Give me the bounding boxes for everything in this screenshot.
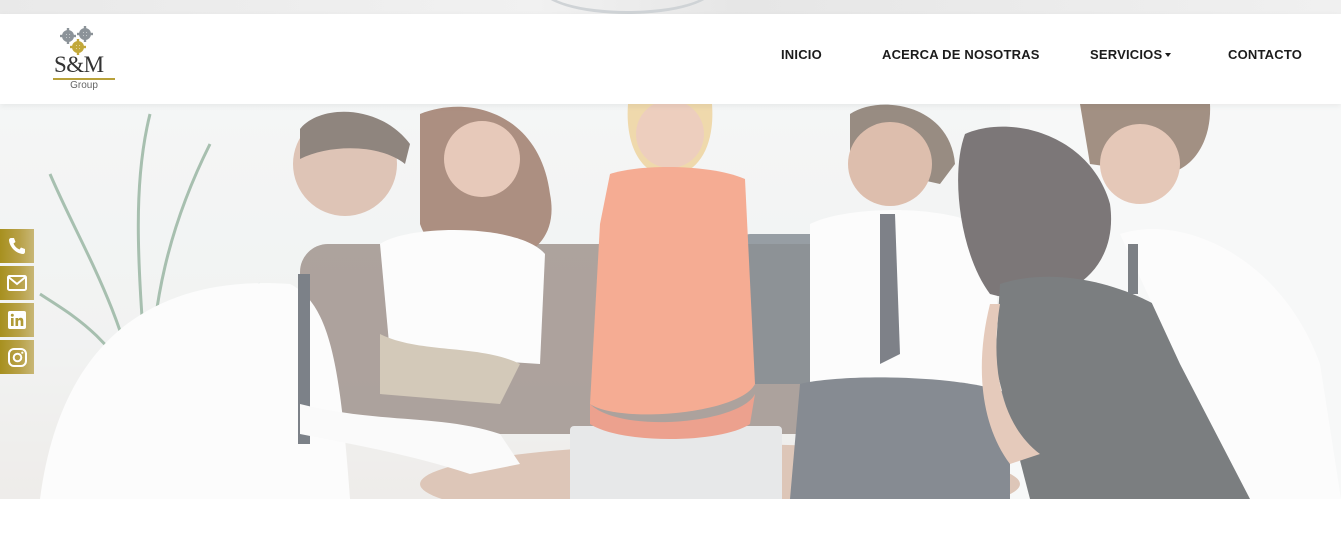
nav-item-inicio[interactable]: INICIO <box>781 47 822 62</box>
nav-item-servicios-label: SERVICIOS <box>1090 47 1163 62</box>
hero-image <box>0 104 1341 499</box>
nav-item-acerca[interactable]: ACERCA DE NOSOTRAS <box>882 47 1040 62</box>
envelope-icon <box>7 275 27 291</box>
wall-clock-fragment <box>540 0 715 14</box>
phone-icon <box>9 238 25 254</box>
social-sidebar <box>0 229 34 377</box>
instagram-button[interactable] <box>0 340 34 374</box>
chevron-down-icon <box>1165 53 1172 57</box>
hero-overlay <box>0 104 1341 499</box>
linkedin-button[interactable] <box>0 303 34 337</box>
email-button[interactable] <box>0 266 34 300</box>
nav-item-servicios[interactable]: SERVICIOS <box>1090 47 1172 62</box>
site-header: S&M Group INICIO ACERCA DE NOSOTRAS SERV… <box>0 14 1341 104</box>
phone-button[interactable] <box>0 229 34 263</box>
logo-subtitle: Group <box>70 80 98 91</box>
instagram-icon <box>7 347 27 367</box>
linkedin-icon <box>8 311 26 329</box>
logo-wordmark: S&M <box>54 52 104 77</box>
top-image-strip <box>0 0 1341 14</box>
site-logo[interactable]: S&M Group <box>52 26 118 92</box>
nav-item-contacto[interactable]: CONTACTO <box>1228 47 1302 62</box>
